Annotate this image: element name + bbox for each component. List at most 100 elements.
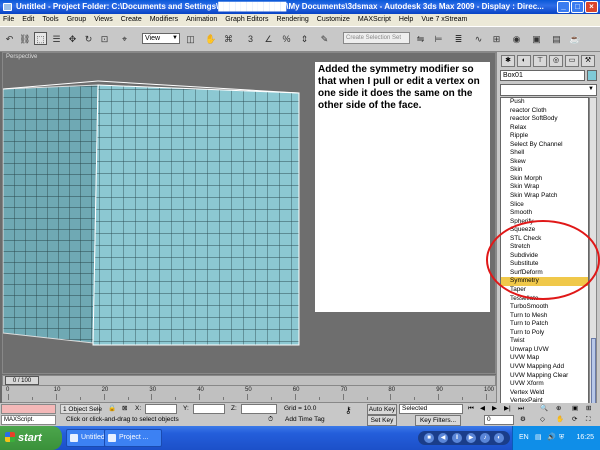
taskbar-item-project[interactable]: Project ... bbox=[104, 429, 162, 447]
menu-customize[interactable]: Customize bbox=[317, 14, 350, 26]
keyboard-shortcut-icon[interactable]: ⌘ bbox=[222, 32, 235, 45]
y-coordinate-field[interactable] bbox=[193, 404, 225, 414]
maximize-button[interactable]: □ bbox=[571, 1, 584, 13]
modifier-list-item[interactable]: Turn to Patch bbox=[501, 320, 588, 329]
key-icon[interactable]: ⚷ bbox=[345, 405, 352, 415]
modifier-list-item[interactable]: Turn to Mesh bbox=[501, 312, 588, 321]
current-frame-field[interactable]: 0 bbox=[484, 415, 514, 425]
modifier-list-item[interactable]: Unwrap UVW bbox=[501, 346, 588, 355]
key-filters-button[interactable]: Key Filters... bbox=[415, 415, 461, 426]
zoom-icon[interactable]: 🔍 bbox=[540, 404, 548, 414]
menu-animation[interactable]: Animation bbox=[186, 14, 217, 26]
media-next-icon[interactable]: ▶ bbox=[466, 433, 476, 443]
undo-icon[interactable]: ↶ bbox=[3, 32, 16, 45]
hierarchy-tab-icon[interactable]: ⊤ bbox=[533, 55, 547, 67]
align-icon[interactable]: ⊨ bbox=[432, 32, 445, 45]
menu-help[interactable]: Help bbox=[399, 14, 413, 26]
modifier-list-item[interactable]: Ripple bbox=[501, 132, 588, 141]
named-selection-set-field[interactable]: Create Selection Set bbox=[343, 32, 410, 44]
motion-tab-icon[interactable]: ◎ bbox=[549, 55, 563, 67]
time-slider-thumb[interactable]: 0 / 100 bbox=[5, 376, 39, 385]
lock-icon[interactable]: 🔒 bbox=[108, 404, 116, 414]
reference-coords-icon[interactable]: ⌖ bbox=[118, 32, 131, 45]
object-name-field[interactable]: Box01 bbox=[500, 70, 585, 81]
volume-icon[interactable]: 🔊 bbox=[547, 426, 556, 450]
zoom-extents-icon[interactable]: ▣ bbox=[572, 404, 578, 414]
media-volume-icon[interactable]: ◐ bbox=[494, 433, 504, 443]
menu-edit[interactable]: Edit bbox=[22, 14, 34, 26]
security-icon[interactable]: ⛨ bbox=[559, 426, 564, 450]
select-manipulate-icon[interactable]: ✋ bbox=[204, 32, 217, 45]
fov-icon[interactable]: ◇ bbox=[540, 415, 545, 425]
time-slider[interactable]: 0 / 100 bbox=[2, 375, 496, 386]
display-tab-icon[interactable]: ▭ bbox=[565, 55, 579, 67]
orbit-icon[interactable]: ⟳ bbox=[572, 415, 577, 425]
menu-graph-editors[interactable]: Graph Editors bbox=[225, 14, 268, 26]
prev-frame-icon[interactable]: ◀ bbox=[480, 404, 485, 414]
modifier-list-item[interactable]: Skin bbox=[501, 166, 588, 175]
menu-vue-xstream[interactable]: Vue 7 xStream bbox=[421, 14, 467, 26]
select-link-icon[interactable]: ⛓ bbox=[18, 32, 31, 45]
modifier-list-item[interactable]: Skin Morph bbox=[501, 175, 588, 184]
snap-toggle-icon[interactable]: 3 bbox=[244, 32, 257, 45]
media-mute-icon[interactable]: ♪ bbox=[480, 433, 490, 443]
goto-start-icon[interactable]: ⏮ bbox=[468, 404, 474, 414]
x-coordinate-field[interactable] bbox=[145, 404, 177, 414]
pan-icon[interactable]: ✋ bbox=[556, 415, 564, 425]
media-stop-icon[interactable]: ■ bbox=[424, 433, 434, 443]
curve-editor-icon[interactable]: ∿ bbox=[472, 32, 485, 45]
scale-icon[interactable]: ⊡ bbox=[98, 32, 111, 45]
modifier-list-item[interactable]: Skew bbox=[501, 158, 588, 167]
media-prev-icon[interactable]: ◀ bbox=[438, 433, 448, 443]
angle-snap-icon[interactable]: ∠ bbox=[262, 32, 275, 45]
track-bar[interactable]: 0 10 20 30 40 50 60 70 80 90 100 bbox=[2, 386, 496, 403]
reference-coordinate-dropdown[interactable]: View bbox=[142, 33, 180, 44]
quick-render-icon[interactable]: ☕ bbox=[568, 32, 581, 45]
goto-end-icon[interactable]: ⏭ bbox=[518, 404, 524, 414]
modify-tab-icon[interactable]: ◐ bbox=[517, 55, 531, 67]
menu-rendering[interactable]: Rendering bbox=[276, 14, 308, 26]
spinner-snap-icon[interactable]: ⇕ bbox=[298, 32, 311, 45]
zoom-all-icon[interactable]: ⊕ bbox=[556, 404, 561, 414]
play-icon[interactable]: ▶ bbox=[492, 404, 497, 414]
maxscript-listener-input[interactable] bbox=[1, 404, 56, 414]
modifier-list-item[interactable]: reactor SoftBody bbox=[501, 115, 588, 124]
pivot-center-icon[interactable]: ◫ bbox=[184, 32, 197, 45]
modifier-list-item[interactable]: Push bbox=[501, 98, 588, 107]
modifier-list-dropdown[interactable] bbox=[500, 84, 597, 96]
move-icon[interactable]: ✥ bbox=[66, 32, 79, 45]
key-mode-dropdown[interactable]: Selected bbox=[399, 404, 463, 414]
modifier-list-item[interactable]: UVW Mapping Clear bbox=[501, 372, 588, 381]
modifier-list-item[interactable]: Vertex Weld bbox=[501, 389, 588, 398]
select-object-icon[interactable]: ⬚ bbox=[34, 32, 47, 45]
set-key-button[interactable]: Set Key bbox=[367, 415, 397, 426]
layer-manager-icon[interactable]: ≣ bbox=[452, 32, 465, 45]
modifier-list-item[interactable]: Relax bbox=[501, 124, 588, 133]
menu-maxscript[interactable]: MAXScript bbox=[358, 14, 391, 26]
modifier-list-item[interactable]: TurboSmooth bbox=[501, 303, 588, 312]
percent-snap-icon[interactable]: % bbox=[280, 32, 293, 45]
modifier-list-item[interactable]: Twist bbox=[501, 337, 588, 346]
schematic-view-icon[interactable]: ⊞ bbox=[490, 32, 503, 45]
menu-file[interactable]: File bbox=[3, 14, 14, 26]
modifier-list-item[interactable]: UVW Xform bbox=[501, 380, 588, 389]
media-pause-icon[interactable]: ‖ bbox=[452, 433, 462, 443]
menu-create[interactable]: Create bbox=[121, 14, 142, 26]
next-frame-icon[interactable]: ▶| bbox=[504, 404, 511, 414]
rendered-frame-icon[interactable]: ▤ bbox=[550, 32, 563, 45]
select-by-name-icon[interactable]: ☰ bbox=[50, 32, 63, 45]
maxscript-mini-listener[interactable]: MAXScript. bbox=[1, 415, 56, 425]
close-button[interactable]: × bbox=[585, 1, 598, 13]
modifier-list-item[interactable]: UVW Map bbox=[501, 354, 588, 363]
modifier-list-item[interactable]: Smooth bbox=[501, 209, 588, 218]
menu-modifiers[interactable]: Modifiers bbox=[150, 14, 178, 26]
object-color-swatch[interactable] bbox=[587, 70, 597, 81]
render-setup-icon[interactable]: ▣ bbox=[530, 32, 543, 45]
menu-tools[interactable]: Tools bbox=[42, 14, 58, 26]
start-button[interactable]: start bbox=[0, 426, 62, 450]
minimize-button[interactable]: _ bbox=[557, 1, 570, 13]
modifier-list-item[interactable]: UVW Mapping Add bbox=[501, 363, 588, 372]
language-indicator[interactable]: EN bbox=[519, 426, 529, 450]
add-time-tag[interactable]: Add Time Tag bbox=[285, 415, 325, 425]
material-editor-icon[interactable]: ◉ bbox=[510, 32, 523, 45]
